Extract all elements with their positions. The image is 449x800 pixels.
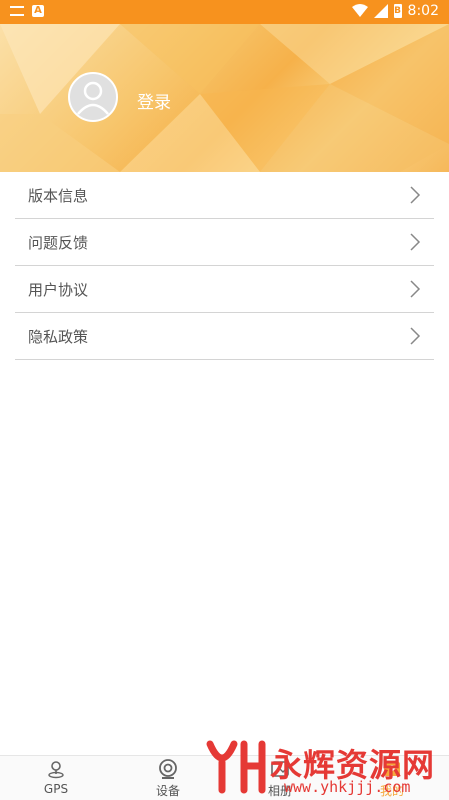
tab-gps[interactable]: GPS — [0, 758, 112, 796]
chevron-right-icon — [410, 233, 421, 251]
status-bar: A B 8:02 — [0, 0, 449, 24]
watermark-logo-icon — [206, 740, 266, 794]
location-pin-icon — [48, 761, 64, 779]
app-notification-icon: A — [32, 5, 44, 17]
menu-item-version-info[interactable]: 版本信息 — [15, 172, 434, 219]
camera-device-icon — [159, 759, 177, 779]
profile-header: 登录 — [0, 24, 449, 172]
settings-menu: 版本信息 问题反馈 用户协议 隐私政策 — [0, 172, 449, 360]
tab-label: GPS — [43, 782, 69, 796]
chevron-right-icon — [410, 327, 421, 345]
login-link[interactable]: 登录 — [137, 88, 171, 113]
watermark-url: www.yhkjjj.com — [284, 778, 411, 796]
avatar[interactable] — [68, 72, 118, 122]
chevron-right-icon — [410, 186, 421, 204]
menu-item-label: 隐私政策 — [28, 328, 89, 346]
wifi-icon — [351, 4, 368, 17]
menu-item-user-agreement[interactable]: 用户协议 — [15, 266, 434, 313]
battery-icon: B — [393, 4, 402, 18]
status-time: 8:02 — [407, 3, 439, 19]
notification-icon — [10, 6, 24, 16]
menu-item-feedback[interactable]: 问题反馈 — [15, 219, 434, 266]
watermark: 永辉资源网 www.yhkjjj.com — [204, 738, 434, 798]
user-icon — [77, 81, 109, 115]
menu-item-privacy-policy[interactable]: 隐私政策 — [15, 313, 434, 360]
signal-icon — [373, 4, 388, 18]
menu-item-label: 用户协议 — [28, 281, 89, 299]
menu-item-label: 问题反馈 — [28, 234, 89, 252]
chevron-right-icon — [410, 280, 421, 298]
menu-item-label: 版本信息 — [28, 187, 89, 205]
